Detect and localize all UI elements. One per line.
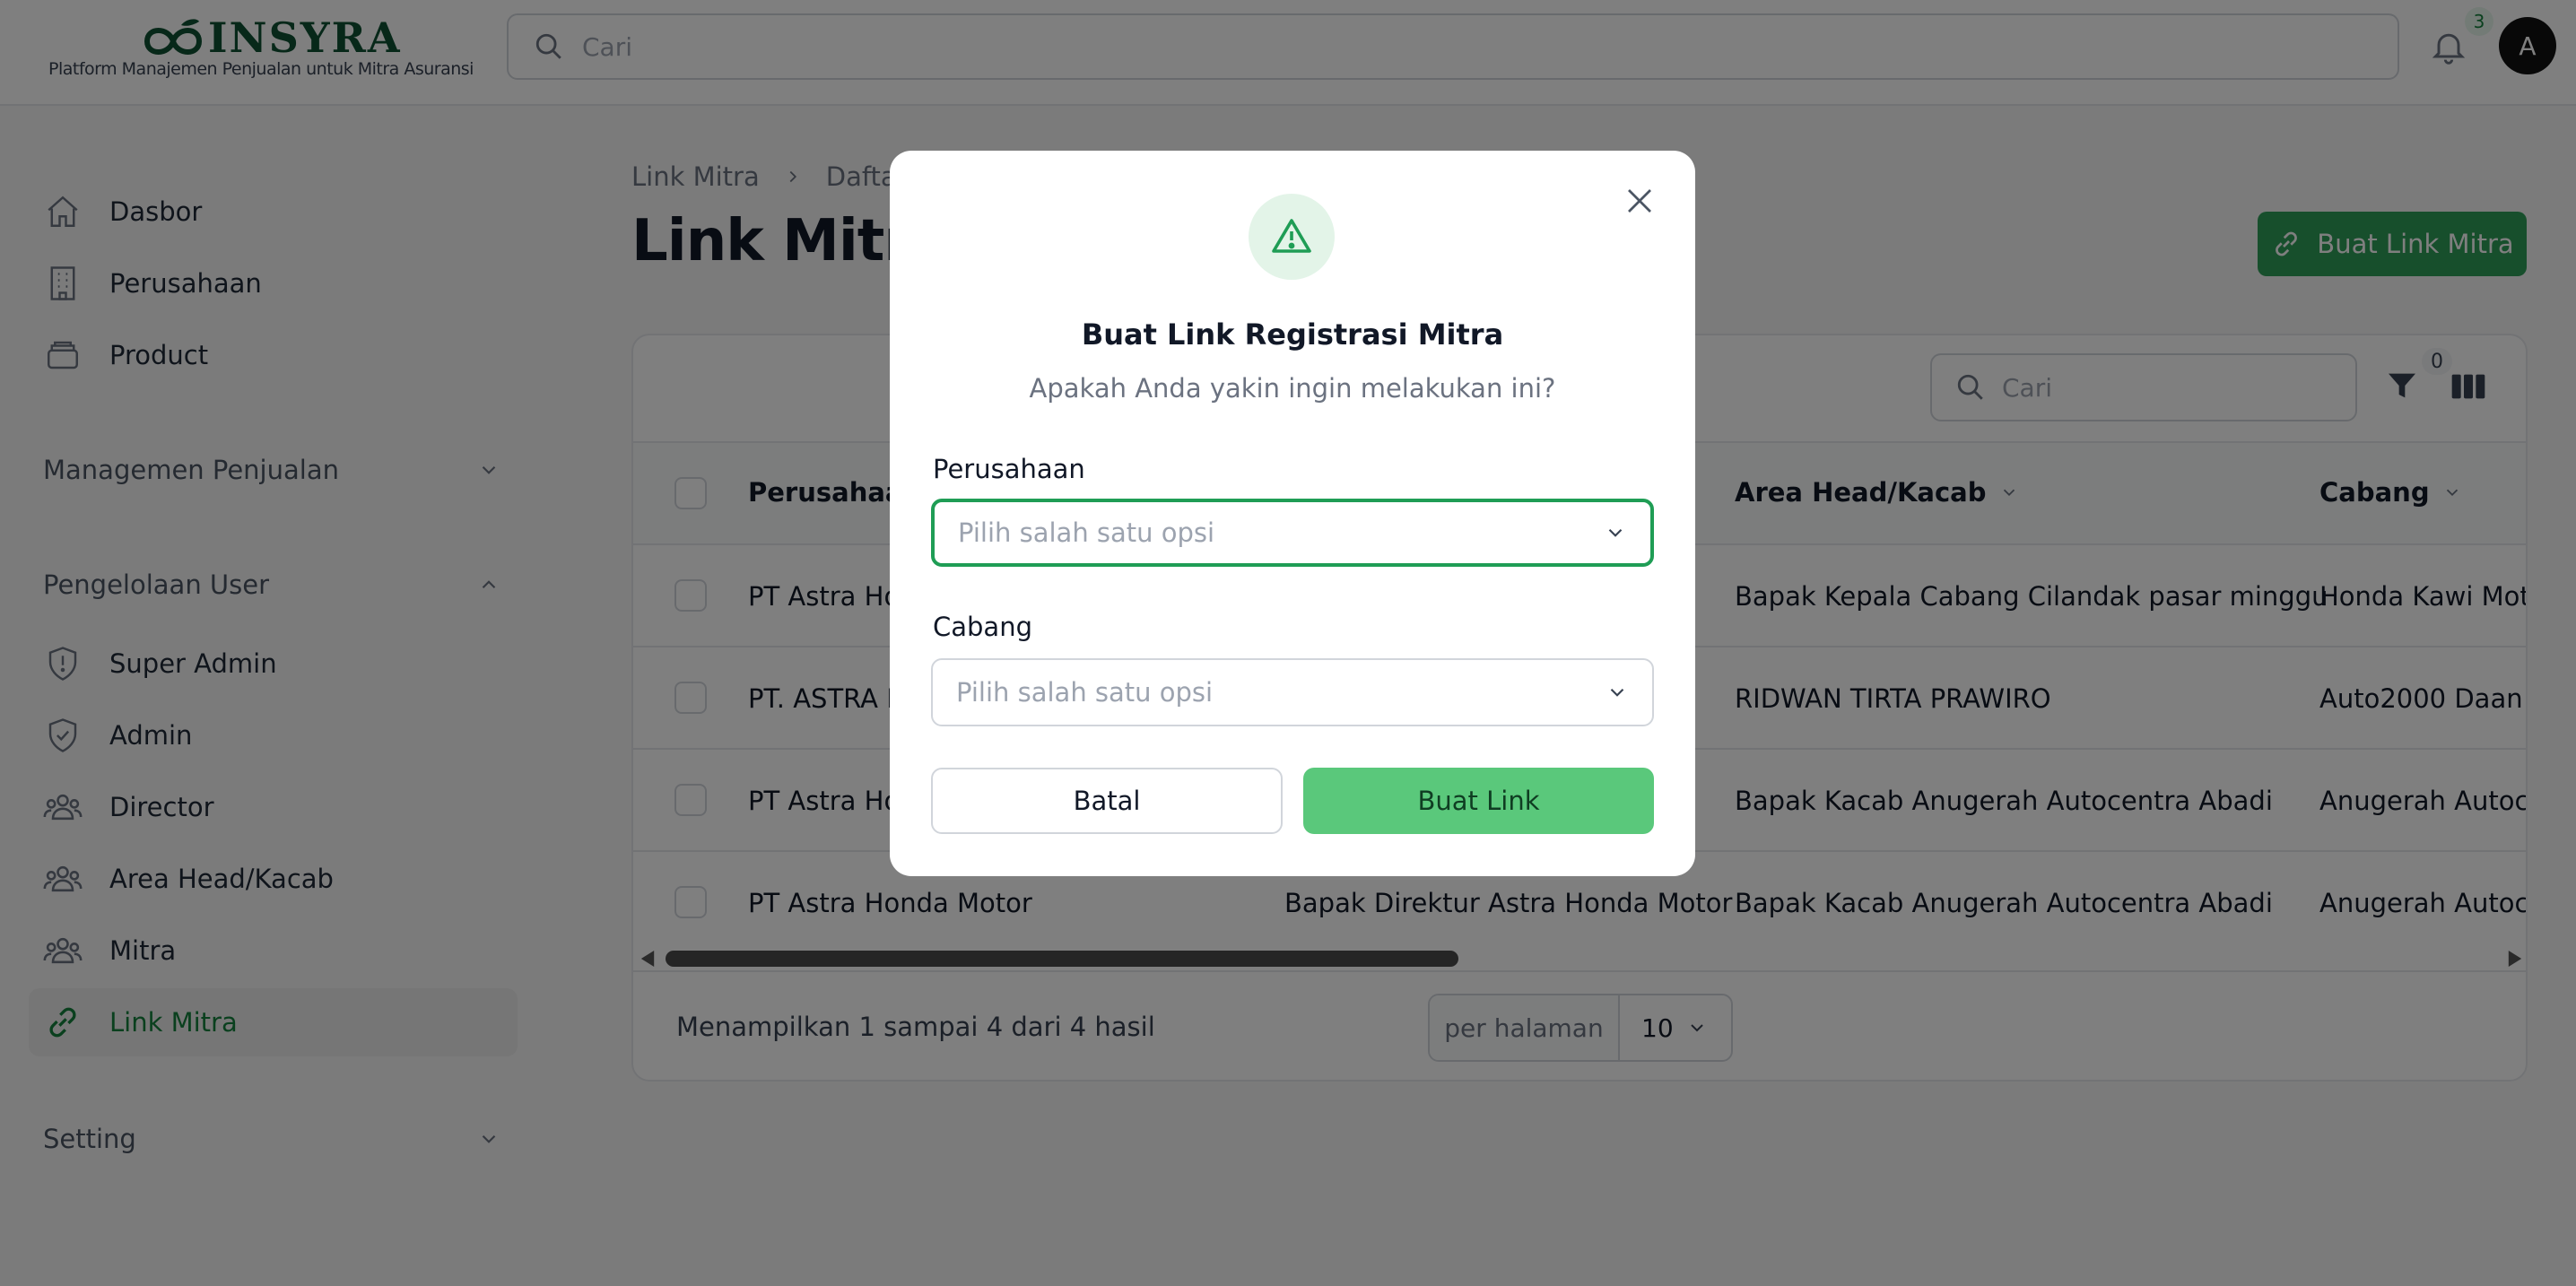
chevron-down-icon xyxy=(1610,688,1624,697)
modal-title: Buat Link Registrasi Mitra xyxy=(1081,317,1504,352)
company-select-placeholder: Pilih salah satu opsi xyxy=(958,517,1215,548)
create-link-confirm-button[interactable]: Buat Link xyxy=(1303,768,1654,834)
cancel-button[interactable]: Batal xyxy=(931,768,1283,834)
warning-triangle-icon xyxy=(1272,219,1311,253)
close-icon[interactable] xyxy=(1623,185,1656,217)
company-select[interactable]: Pilih salah satu opsi xyxy=(931,499,1654,567)
chevron-down-icon xyxy=(1608,528,1623,537)
warning-icon-container xyxy=(1249,194,1335,280)
company-field-label: Perusahaan xyxy=(933,454,1085,484)
create-link-modal: Buat Link Registrasi Mitra Apakah Anda y… xyxy=(890,151,1695,876)
branch-select[interactable]: Pilih salah satu opsi xyxy=(931,658,1654,726)
branch-select-placeholder: Pilih salah satu opsi xyxy=(956,677,1214,708)
modal-description: Apakah Anda yakin ingin melakukan ini? xyxy=(1029,373,1556,404)
branch-field-label: Cabang xyxy=(933,612,1032,642)
